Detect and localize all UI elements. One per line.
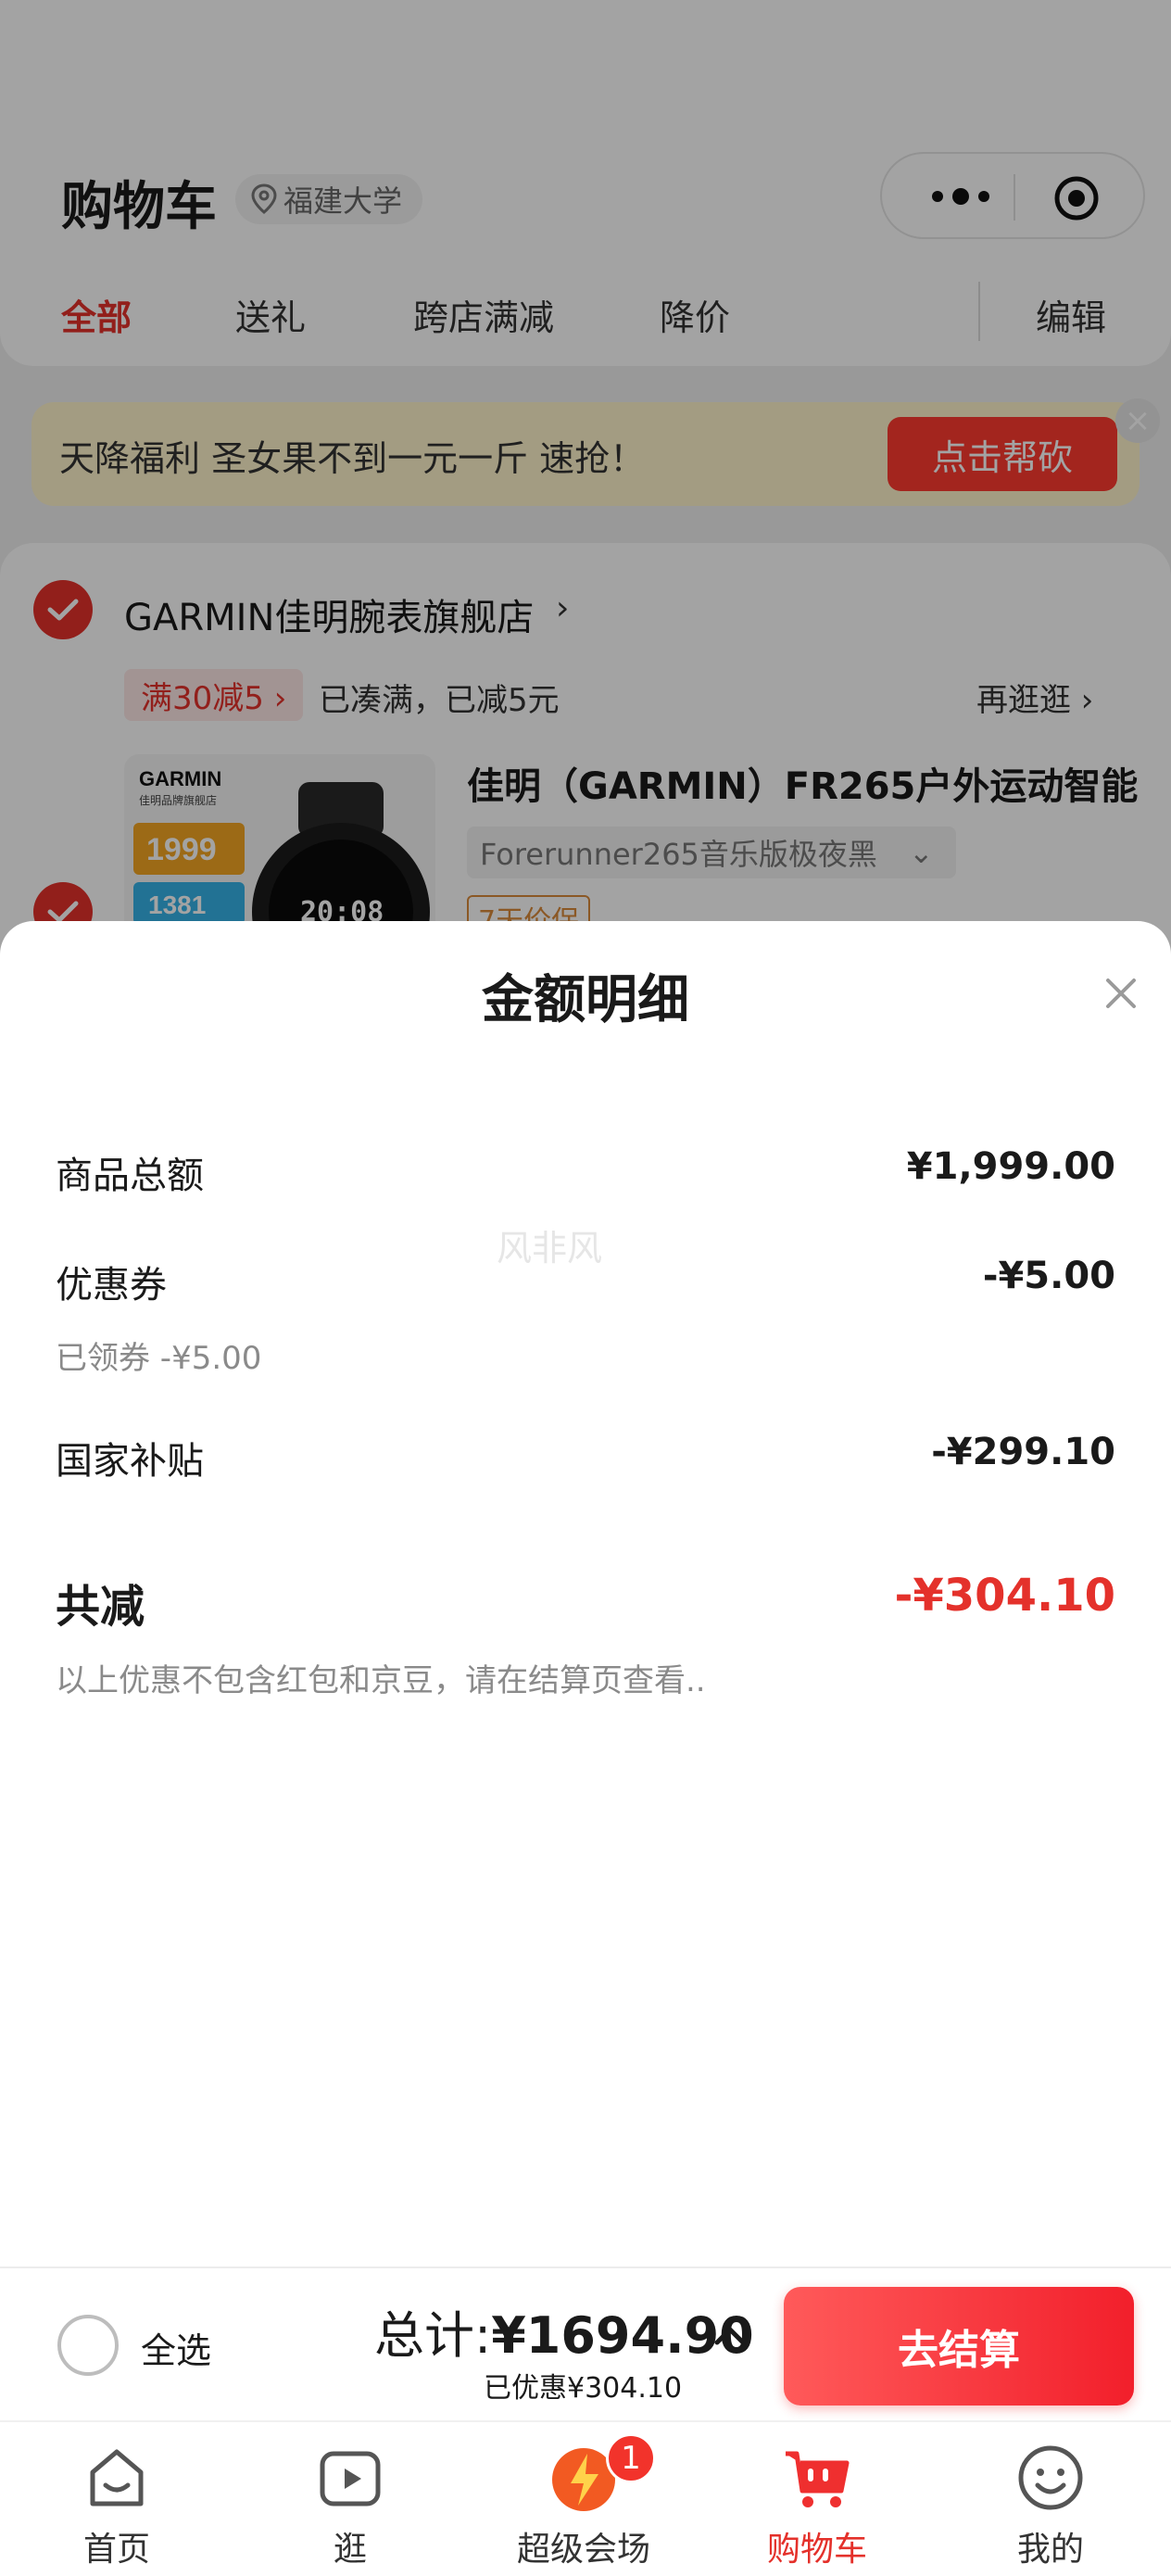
checkout-bar: 全选 总计:¥1694.90 已优惠¥304.10 去结算 [0,2267,1171,2420]
nav-label-home: 首页 [82,2531,150,2569]
goods-total-label: 商品总额 [56,1155,204,1197]
coupon-sub-text: 已领券 -¥5.00 [56,1340,262,1377]
discount-note-text: 以上优惠不包含红包和京豆，请在结算页查看.. [56,1662,706,1699]
saved-amount: 已优惠¥304.10 [484,2372,683,2405]
subsidy-value: -¥299.10 [931,1431,1115,1473]
subsidy-label: 国家补贴 [56,1440,204,1483]
goods-total-value: ¥1,999.00 [906,1145,1115,1188]
total-discount-label: 共减 [56,1581,145,1633]
nav-item-browse[interactable]: 逛 [258,2422,443,2576]
nav-label-browse: 逛 [333,2531,367,2569]
nav-label-mine: 我的 [1016,2531,1084,2569]
watermark: 风非风 [497,1228,603,1269]
home-icon [90,2449,144,2507]
chevron-up-icon[interactable] [708,2315,752,2359]
smiley-face-icon [1018,2445,1083,2510]
bottom-nav: 首页 逛 1 超级会场 购物车 我的 [0,2420,1171,2576]
sheet-title: 金额明细 [482,970,689,1030]
checkout-button[interactable]: 去结算 [784,2287,1134,2406]
close-icon[interactable] [1099,971,1143,1016]
nav-label-cart: 购物车 [766,2531,867,2569]
nav-item-super-venue[interactable]: 1 超级会场 [491,2422,676,2576]
total-line: 总计:¥1694.90 [374,2294,754,2368]
shopping-cart-icon [786,2451,850,2507]
nav-item-home[interactable]: 首页 [24,2422,209,2576]
play-video-icon [320,2451,381,2507]
coupon-label: 优惠券 [56,1264,167,1307]
select-all-label[interactable]: 全选 [141,2322,211,2373]
nav-item-mine[interactable]: 我的 [958,2422,1143,2576]
coupon-value: -¥5.00 [982,1255,1115,1297]
total-discount-value: -¥304.10 [894,1570,1115,1622]
nav-item-cart[interactable]: 购物车 [724,2422,910,2576]
notification-badge: 1 [606,2433,656,2483]
nav-label-super-venue: 超级会场 [516,2531,650,2569]
total-prefix: 总计: [374,2306,492,2365]
select-all-radio[interactable] [57,2315,119,2376]
